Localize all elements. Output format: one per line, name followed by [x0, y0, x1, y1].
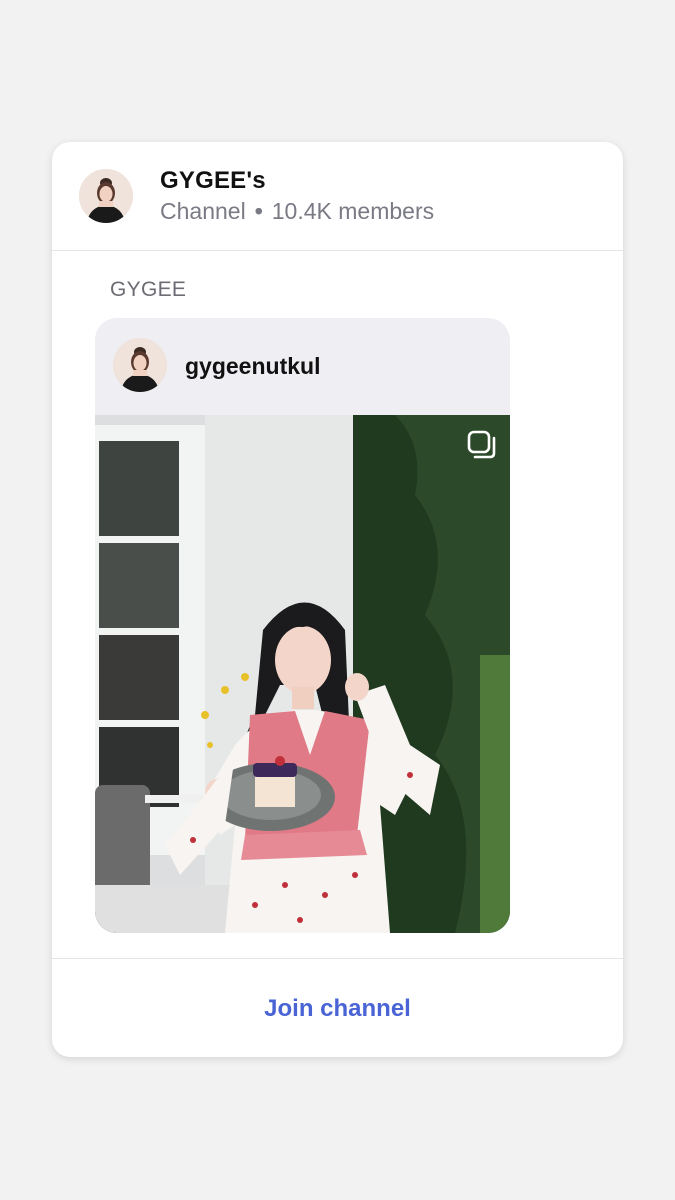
channel-preview-card: GYGEE's Channel • 10.4K members GYGEE gyge…	[52, 142, 623, 1057]
channel-subtitle: Channel • 10.4K members	[160, 198, 434, 225]
embed-username[interactable]: gygeenutkul	[185, 353, 320, 380]
separator-dot: •	[254, 198, 263, 224]
embed-avatar[interactable]	[113, 338, 167, 392]
embed-header: gygeenutkul	[95, 318, 510, 415]
profile-photo-icon	[79, 169, 133, 223]
profile-photo-icon	[113, 338, 167, 392]
join-channel-button[interactable]: Join channel	[52, 959, 623, 1057]
channel-avatar[interactable]	[79, 169, 133, 223]
members-count: 10.4K members	[271, 198, 435, 224]
instagram-embed[interactable]: gygeenutkul	[95, 318, 510, 933]
channel-header[interactable]: GYGEE's Channel • 10.4K members	[52, 142, 623, 251]
channel-type-label: Channel	[160, 198, 246, 224]
channel-title: GYGEE's	[160, 167, 266, 194]
card-footer: Join channel	[52, 958, 623, 1057]
post-author-label: GYGEE	[110, 278, 187, 301]
post-photo[interactable]	[95, 415, 510, 933]
multiple-photos-icon	[466, 429, 498, 461]
photo-woman-holding-cake-plate-icon	[95, 415, 510, 933]
